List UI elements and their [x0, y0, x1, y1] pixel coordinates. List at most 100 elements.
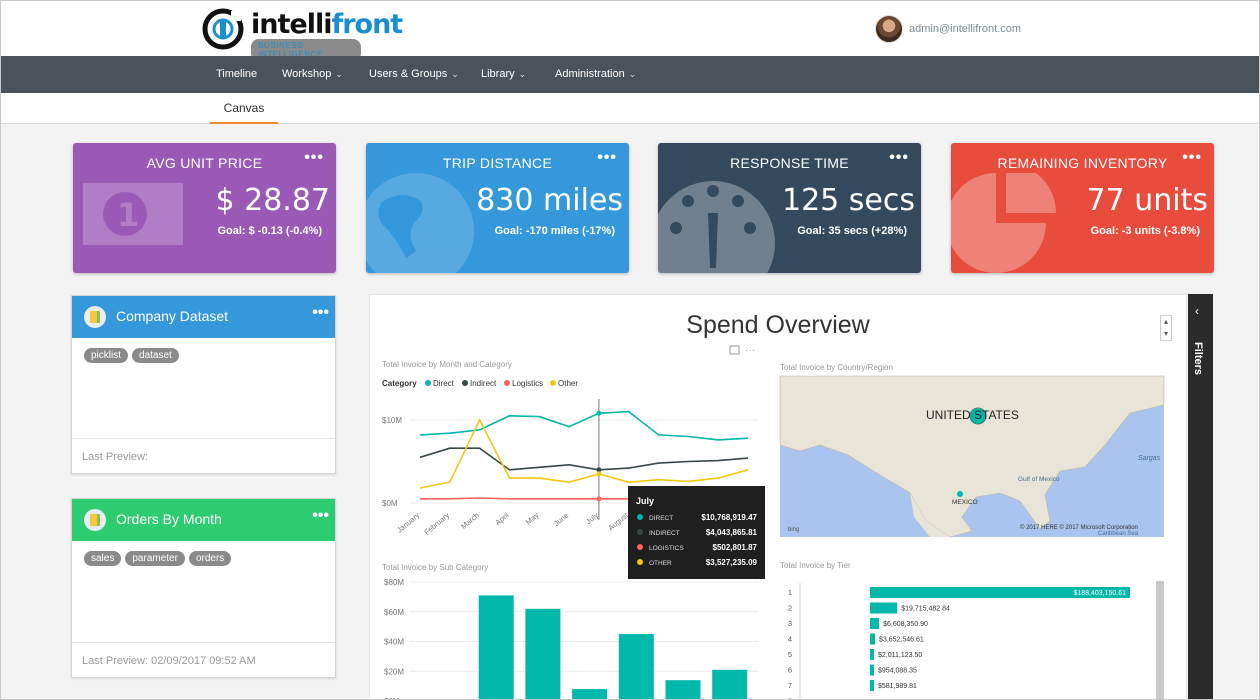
dataset-card-company[interactable]: Company Dataset ••• picklist dataset Las… [71, 295, 336, 474]
filters-pane[interactable]: ‹ Filters [1188, 294, 1213, 699]
dataset-icon [84, 509, 106, 531]
visual-more-icon[interactable]: ··· [745, 345, 755, 356]
tier-bar[interactable] [870, 664, 874, 676]
subcat-bar[interactable] [712, 669, 748, 700]
kpi-card-remaining-inventory[interactable]: REMAINING INVENTORY ••• 77 units Goal: -… [951, 143, 1214, 273]
x-tick-label: August [606, 510, 630, 532]
more-options-icon[interactable]: ••• [312, 304, 329, 322]
nav-item-workshop[interactable]: Workshop ⌄ [282, 56, 343, 93]
tag[interactable]: orders [188, 551, 232, 566]
tooltip-swatch [637, 514, 643, 520]
kpi-goal: Goal: $ -0.13 (-0.4%) [217, 225, 322, 237]
tier-bar[interactable] [870, 633, 876, 645]
more-options-icon[interactable]: ••• [312, 507, 329, 525]
chevron-down-icon: ⌄ [518, 69, 527, 79]
x-tick-label: January [395, 510, 421, 534]
dataset-card-header: Company Dataset ••• [72, 296, 335, 338]
tier-value-label: $19,715,482.84 [901, 606, 950, 613]
tier-bars: 1 $188,403,150.61 2 $19,715,482.84 3 $6,608,3… [788, 587, 1130, 700]
tooltip-swatch [637, 529, 643, 535]
more-options-icon[interactable]: ••• [304, 149, 324, 167]
more-options-icon[interactable]: ••• [1182, 149, 1202, 167]
tooltip-value: $10,768,919.47 [701, 513, 757, 522]
tier-scrollbar[interactable] [1156, 581, 1164, 700]
legend-entry[interactable]: Other [558, 379, 578, 388]
tier-bar[interactable] [870, 618, 880, 629]
filters-label[interactable]: Filters [1192, 342, 1204, 375]
kpi-value: $ 28.87 [215, 183, 330, 218]
brand-name: intellifront [251, 9, 403, 40]
user-menu[interactable]: admin@intellifront.com [875, 15, 1021, 43]
kpi-title: RESPONSE TIME [730, 155, 849, 171]
last-preview: Last Preview: [72, 438, 335, 473]
user-email[interactable]: admin@intellifront.com [909, 23, 1021, 35]
nav-item-administration[interactable]: Administration ⌄ [555, 56, 636, 93]
dataset-card-orders-by-month[interactable]: Orders By Month ••• sales parameter orde… [71, 498, 336, 678]
hover-point [596, 410, 602, 416]
logo-mark-icon [202, 8, 244, 50]
tier-bar[interactable] [870, 602, 898, 614]
map-label-caribbean: Caribbean Sea [1098, 531, 1139, 537]
x-tick-label: March [459, 511, 481, 531]
subcat-bar[interactable] [525, 608, 561, 700]
kpi-card-response-time[interactable]: RESPONSE TIME ••• 125 secs Goal: 35 secs… [658, 143, 921, 273]
series-line[interactable] [419, 418, 749, 489]
tier-value-label: $581,989.81 [878, 683, 917, 690]
x-tick-label: February [422, 510, 451, 536]
tooltip-label: LOGISTICS [649, 545, 684, 552]
chevron-left-icon[interactable]: ‹ [1195, 304, 1199, 318]
line-chart-title: Total Invoice by Month and Category [382, 360, 512, 369]
tag[interactable]: sales [84, 551, 122, 566]
subcat-bar[interactable] [618, 634, 654, 700]
tier-label: 4 [788, 635, 792, 644]
series-line[interactable] [419, 410, 749, 441]
tag[interactable]: parameter [125, 551, 185, 566]
nav-item-library[interactable]: Library ⌄ [481, 56, 526, 93]
map-label-mexico: MEXICO [952, 499, 978, 506]
tier-bar[interactable] [870, 649, 874, 660]
legend-marker [550, 380, 556, 386]
tag[interactable]: dataset [132, 348, 179, 363]
chevron-down-icon: ⌄ [451, 69, 459, 79]
legend-entry[interactable]: Indirect [470, 379, 497, 388]
series-line[interactable] [419, 447, 749, 471]
last-preview: Last Preview: 02/09/2017 09:52 AM [72, 642, 335, 677]
focus-mode-icon[interactable] [729, 345, 740, 355]
kpi-title: AVG UNIT PRICE [146, 155, 263, 171]
kpi-value: 125 secs [781, 183, 915, 218]
tag[interactable]: picklist [84, 348, 129, 363]
kpi-goal: Goal: -170 miles (-17%) [494, 225, 615, 237]
chevron-down-icon: ⌄ [335, 69, 343, 79]
more-options-icon[interactable]: ••• [889, 149, 909, 167]
tooltip-value: $4,043,865.81 [706, 528, 758, 537]
tier-bar[interactable] [870, 680, 874, 691]
chart-tooltip: July DIRECT $10,768,919.47 INDIRECT $4,043,… [628, 486, 765, 579]
y-tick-label: $20M [384, 667, 404, 676]
subcat-chart-title: Total Invoice by Sub Category [382, 563, 488, 572]
tier-label: 8 [788, 697, 792, 700]
subcat-bar[interactable] [478, 595, 514, 700]
legend-entry[interactable]: Logistics [512, 379, 543, 388]
y-tick-label: $80M [384, 578, 404, 587]
dataset-title[interactable]: Orders By Month [116, 511, 222, 527]
dataset-card-header: Orders By Month ••• [72, 499, 335, 541]
map-visual[interactable]: UNITED STATES MEXICO Gulf of Mexico Sarg… [779, 375, 1165, 538]
tab-canvas[interactable]: Canvas [210, 93, 278, 124]
tooltip-month: July [636, 496, 654, 506]
kpi-card-trip-distance[interactable]: TRIP DISTANCE ••• 830 miles Goal: -170 m… [366, 143, 629, 273]
tier-chart-title: Total Invoice by Tier [780, 561, 851, 570]
map-title: Total Invoice by Country/Region [780, 363, 893, 372]
kpi-card-avg-unit-price[interactable]: 1 AVG UNIT PRICE ••• $ 28.87 Goal: $ -0.… [73, 143, 336, 273]
intellifront-logo[interactable]: intellifront BUSINESS INTELLIGENCE [201, 7, 403, 61]
legend-entry[interactable]: Direct [433, 379, 455, 388]
visual-header-icons[interactable]: ··· [729, 345, 755, 356]
more-options-icon[interactable]: ••• [597, 149, 617, 167]
nav-item-users-groups[interactable]: Users & Groups ⌄ [369, 56, 459, 93]
nav-item-timeline[interactable]: Timeline [216, 56, 257, 93]
subcat-bar[interactable] [572, 689, 608, 700]
subcat-bar[interactable] [665, 680, 701, 700]
tier-value-label: $6,608,350.90 [883, 621, 928, 628]
dataset-title[interactable]: Company Dataset [116, 308, 228, 324]
tier-label: 6 [788, 666, 792, 675]
avatar[interactable] [875, 15, 903, 43]
